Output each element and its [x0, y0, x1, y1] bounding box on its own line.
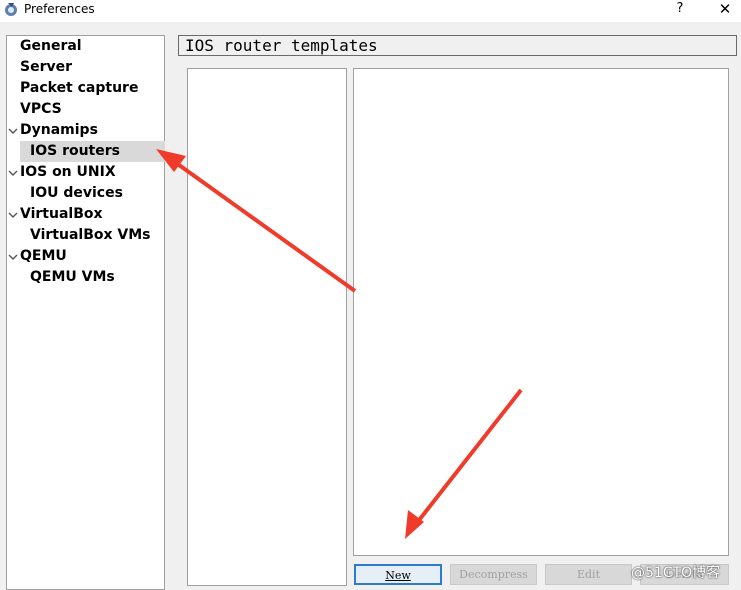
title-bar: Preferences ? ✕ — [0, 0, 741, 22]
edit-button[interactable]: Edit — [545, 564, 632, 585]
preferences-nav-tree: General Server Packet capture VPCS Dynam… — [6, 35, 165, 590]
chevron-down-icon[interactable] — [8, 126, 18, 136]
nav-item-qemu-vms[interactable]: QEMU VMs — [30, 267, 115, 288]
chevron-down-icon[interactable] — [8, 210, 18, 220]
gns3-app-icon — [5, 3, 17, 16]
page-title: IOS router templates — [178, 35, 737, 56]
nav-item-iou-devices[interactable]: IOU devices — [30, 183, 123, 204]
router-template-list[interactable] — [187, 68, 347, 586]
new-button-label: New — [385, 569, 411, 582]
window-title: Preferences — [24, 2, 95, 16]
nav-item-qemu[interactable]: QEMU — [20, 246, 67, 267]
nav-item-packet-capture[interactable]: Packet capture — [20, 78, 138, 99]
new-button[interactable]: New — [354, 564, 442, 585]
nav-item-dynamips[interactable]: Dynamips — [20, 120, 98, 141]
nav-item-general[interactable]: General — [20, 36, 82, 57]
chevron-down-icon[interactable] — [8, 168, 18, 178]
nav-item-vpcs[interactable]: VPCS — [20, 99, 62, 120]
nav-item-ios-on-unix[interactable]: IOS on UNIX — [20, 162, 116, 183]
nav-item-virtualbox[interactable]: VirtualBox — [20, 204, 103, 225]
decompress-button[interactable]: Decompress — [450, 564, 537, 585]
watermark: @51CTO博客 — [631, 565, 721, 581]
nav-item-server[interactable]: Server — [20, 57, 72, 78]
router-template-details — [353, 68, 729, 556]
chevron-down-icon[interactable] — [8, 252, 18, 262]
nav-item-virtualbox-vms[interactable]: VirtualBox VMs — [30, 225, 151, 246]
help-button[interactable]: ? — [669, 0, 691, 18]
close-button[interactable]: ✕ — [711, 0, 739, 18]
nav-item-ios-routers[interactable]: IOS routers — [20, 141, 165, 162]
